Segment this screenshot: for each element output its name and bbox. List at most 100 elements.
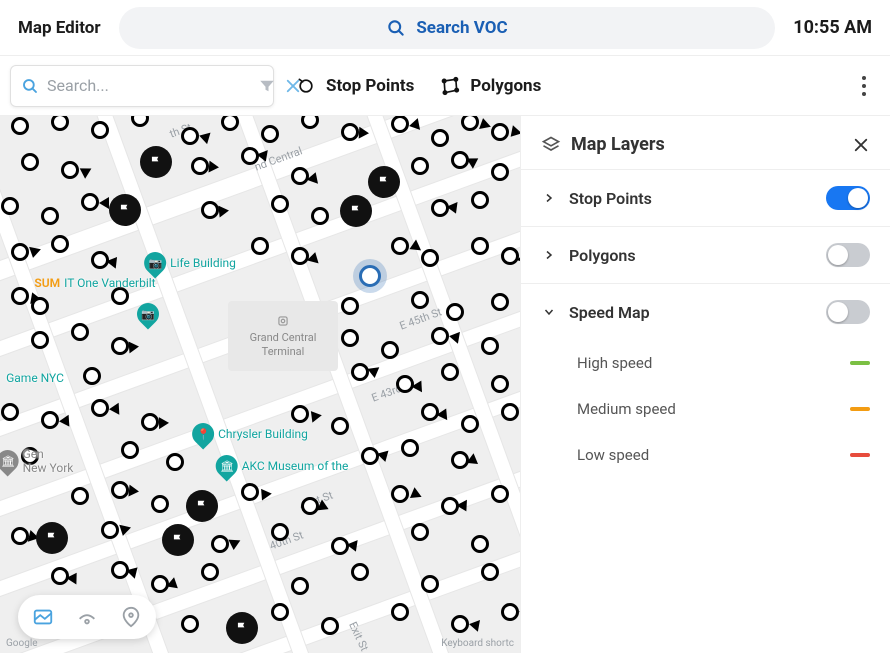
stop-point-marker[interactable] [91, 121, 109, 139]
stop-point-marker[interactable] [431, 129, 449, 147]
stop-point-marker[interactable] [501, 403, 519, 421]
stop-point-marker[interactable] [421, 249, 439, 267]
stop-point-marker[interactable] [391, 237, 409, 255]
stop-point-marker[interactable] [351, 563, 369, 581]
stop-point-marker[interactable] [31, 297, 49, 315]
stop-point-marker[interactable] [451, 615, 469, 633]
poi-marker[interactable]: 🏛GenNew York [0, 447, 73, 475]
stop-point-marker[interactable] [21, 153, 39, 171]
stop-point-marker[interactable] [481, 337, 499, 355]
flag-marker[interactable] [368, 166, 400, 198]
stop-point-marker[interactable] [251, 237, 269, 255]
stop-point-marker[interactable] [411, 523, 429, 541]
stop-point-marker[interactable] [41, 207, 59, 225]
stop-point-marker[interactable] [71, 487, 89, 505]
stop-point-marker[interactable] [501, 603, 519, 621]
stop-point-marker[interactable] [361, 447, 379, 465]
stop-point-marker[interactable] [461, 415, 479, 433]
stop-point-marker[interactable] [401, 439, 419, 457]
stop-point-marker[interactable] [341, 297, 359, 315]
stop-point-marker[interactable] [471, 191, 489, 209]
stop-point-marker[interactable] [101, 521, 119, 539]
stop-point-marker[interactable] [291, 247, 309, 265]
map-search-input[interactable] [47, 76, 250, 95]
stop-point-marker[interactable] [471, 535, 489, 553]
stop-point-marker[interactable] [141, 413, 159, 431]
stop-point-marker[interactable] [11, 117, 29, 135]
chevron-right-icon[interactable] [541, 249, 557, 261]
map-canvas[interactable]: Grand Central Terminal th Stnd CentralE … [0, 116, 520, 653]
flag-marker[interactable] [162, 524, 194, 556]
stop-point-marker[interactable] [191, 157, 209, 175]
poi-marker[interactable]: 📷Life Building [144, 252, 236, 274]
stop-point-marker[interactable] [441, 363, 459, 381]
map-mode-satellite-button[interactable] [76, 606, 98, 628]
stop-point-marker[interactable] [121, 441, 139, 459]
stop-point-marker[interactable] [31, 331, 49, 349]
stop-point-marker[interactable] [291, 167, 309, 185]
stop-point-marker[interactable] [301, 497, 319, 515]
flag-marker[interactable] [226, 612, 258, 644]
stop-point-marker[interactable] [291, 577, 309, 595]
stop-point-marker[interactable] [51, 235, 69, 253]
stop-point-marker[interactable] [421, 575, 439, 593]
stop-point-marker[interactable] [201, 563, 219, 581]
stop-point-marker[interactable] [151, 575, 169, 593]
map-mode-map-button[interactable] [32, 606, 54, 628]
stop-point-marker[interactable] [271, 603, 289, 621]
flag-marker[interactable] [340, 195, 372, 227]
stop-point-marker[interactable] [83, 367, 101, 385]
flag-marker[interactable] [36, 522, 68, 554]
more-menu-button[interactable] [852, 68, 876, 104]
stop-point-marker[interactable] [61, 161, 79, 179]
flag-marker[interactable] [109, 194, 141, 226]
flag-marker[interactable] [186, 490, 218, 522]
stop-point-marker[interactable] [391, 603, 409, 621]
stop-point-marker[interactable] [81, 193, 99, 211]
stop-point-marker[interactable] [481, 563, 499, 581]
stop-point-marker[interactable] [446, 303, 464, 321]
map-mode-location-button[interactable] [120, 606, 142, 628]
stop-point-marker[interactable] [11, 243, 29, 261]
stop-point-marker[interactable] [381, 341, 399, 359]
flag-marker[interactable] [140, 146, 172, 178]
stop-point-marker[interactable] [491, 293, 509, 311]
poi-marker[interactable]: SUMIT One Vanderbilt [34, 276, 155, 290]
stop-point-marker[interactable] [431, 327, 449, 345]
stop-point-marker[interactable] [491, 485, 509, 503]
stop-point-marker[interactable] [41, 411, 59, 429]
stop-point-marker[interactable] [201, 201, 219, 219]
close-panel-button[interactable] [852, 136, 870, 154]
stop-point-marker[interactable] [211, 535, 229, 553]
stop-point-marker[interactable] [491, 163, 509, 181]
stop-point-marker[interactable] [71, 323, 89, 341]
stop-points-toggle[interactable] [826, 186, 870, 210]
stop-point-marker[interactable] [471, 237, 489, 255]
stop-point-marker[interactable] [111, 481, 129, 499]
stop-point-marker[interactable] [151, 495, 169, 513]
poi-marker[interactable]: 📍Chrysler Building [192, 423, 308, 445]
stop-point-marker[interactable] [351, 363, 369, 381]
stop-point-marker[interactable] [451, 151, 469, 169]
stop-point-marker[interactable] [321, 617, 339, 635]
stop-point-marker[interactable] [261, 125, 279, 143]
stop-point-marker[interactable] [166, 453, 184, 471]
stop-point-marker[interactable] [341, 329, 359, 347]
stop-point-marker[interactable] [91, 399, 109, 417]
speed-map-toggle[interactable] [826, 300, 870, 324]
stop-point-marker[interactable] [421, 403, 439, 421]
poi-marker[interactable]: Game NYC [6, 371, 64, 385]
stop-point-marker[interactable] [451, 451, 469, 469]
stop-points-tool[interactable]: Stop Points [292, 70, 418, 102]
polygons-tool[interactable]: Polygons [436, 70, 545, 102]
stop-point-marker[interactable] [341, 123, 359, 141]
stop-point-marker[interactable] [411, 157, 429, 175]
chevron-down-icon[interactable] [541, 306, 557, 318]
stop-point-marker[interactable] [1, 403, 19, 421]
chevron-right-icon[interactable] [541, 192, 557, 204]
stop-point-marker[interactable] [491, 375, 509, 393]
stop-point-marker[interactable] [1, 197, 19, 215]
stop-point-marker[interactable] [181, 127, 199, 145]
stop-point-marker[interactable] [111, 337, 129, 355]
stop-point-marker[interactable] [271, 523, 289, 541]
